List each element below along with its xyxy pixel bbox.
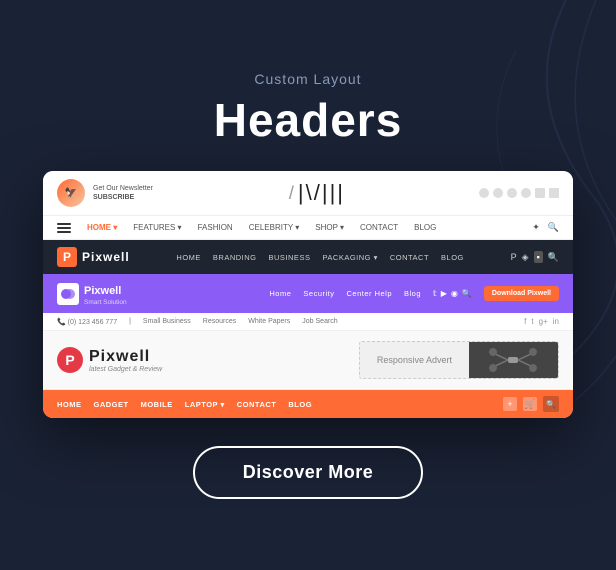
social-icon <box>479 188 489 198</box>
drone-svg <box>488 345 538 375</box>
bird-logo-icon: 🦅 <box>57 179 85 207</box>
rss-icon: ◉ <box>451 289 458 298</box>
header-row-1: 🦅 Get Our Newsletter SUBSCRIBE / |\ / | … <box>43 171 573 216</box>
search-orange-icon: 🔍 <box>543 396 559 412</box>
nav-dark: HOME BRANDING BUSINESS PACKAGING ▾ CONTA… <box>176 253 463 262</box>
search-purple-icon: 🔍 <box>462 289 472 298</box>
nav-purple-help: Center Help <box>346 289 392 298</box>
header-row-2: P Pixwell HOME BRANDING BUSINESS PACKAGI… <box>43 240 573 274</box>
browser-mockup: 🦅 Get Our Newsletter SUBSCRIBE / |\ / | … <box>43 171 573 418</box>
topbar-right-icons: f t g+ in <box>524 317 559 326</box>
p-icon-purple <box>57 283 79 305</box>
page-title: Headers <box>214 93 403 147</box>
nav-item-fashion: FASHION <box>198 223 233 232</box>
social-icon <box>493 188 503 198</box>
nav-item-shop: SHOP ▾ <box>315 223 344 232</box>
subscribe-text: Get Our Newsletter SUBSCRIBE <box>93 184 153 202</box>
nav-purple-blog: Blog <box>404 289 421 298</box>
nav-purple: Home Security Center Help Blog 𝕥 ▶ ◉ 🔍 D… <box>269 286 559 301</box>
nav-dark-icons: P ◈ ▪ 🔍 <box>511 251 559 263</box>
hamburger-icon <box>57 223 71 233</box>
page-subtitle: Custom Layout <box>254 71 361 87</box>
social-icon <box>521 188 531 198</box>
nav-dark-home: HOME <box>176 253 201 262</box>
topbar-job-search: Job Search <box>302 318 337 325</box>
search-dark-icon: 🔍 <box>548 252 559 263</box>
user-icon: ▪ <box>534 251 543 263</box>
p-icon-red: P <box>57 347 83 373</box>
tw-icon: t <box>531 317 533 326</box>
nav-orange-laptop: LAPTOP ▾ <box>185 400 225 409</box>
topbar-resources: Resources <box>203 318 236 325</box>
nav-orange-home: HOME <box>57 400 82 409</box>
header1-logo: 🦅 Get Our Newsletter SUBSCRIBE <box>57 179 153 207</box>
nav-purple-security: Security <box>303 289 334 298</box>
pixwell-purple-text-block: Pixwell Smart Solution <box>84 281 127 306</box>
pixwell-dark-logo: P Pixwell <box>57 247 130 267</box>
social-icon <box>535 188 545 198</box>
pixwell-main-logo-block: P Pixwell latest Gadget & Review <box>57 347 162 373</box>
pinterest-icon: P <box>511 252 517 262</box>
nav-dark-packaging: PACKAGING ▾ <box>322 253 377 262</box>
plus-icon: ✦ <box>532 222 540 233</box>
header-row-3: Pixwell Smart Solution Home Security Cen… <box>43 274 573 313</box>
advert-box: Responsive Advert <box>359 341 559 379</box>
social-icon <box>549 188 559 198</box>
advert-text: Responsive Advert <box>360 342 469 378</box>
cart-orange-icon: 🛒 <box>523 397 537 411</box>
nav-right-icons: ✦ 🔍 <box>532 222 559 233</box>
gp-icon: g+ <box>539 317 548 326</box>
twitter-icon: 𝕥 <box>433 289 437 298</box>
nav-dark-business: BUSINESS <box>269 253 311 262</box>
nav-item-contact: CONTACT <box>360 223 398 232</box>
top-bar-info: 📞 (0) 123 456 777 | Small Business Resou… <box>43 313 573 331</box>
fb-icon: f <box>524 317 526 326</box>
topbar-small-business: Small Business <box>143 318 191 325</box>
nav-orange-icons: + 🛒 🔍 <box>503 396 559 412</box>
pixwell-main-row: P Pixwell latest Gadget & Review Respons… <box>43 331 573 389</box>
w-center-logo: / |\ / | | | <box>287 180 345 206</box>
nav-item-features: FEATURES ▾ <box>133 223 181 232</box>
nav-item-blog: BLOG <box>414 223 436 232</box>
in-icon: in <box>553 317 559 326</box>
pixwell-purple-logo: Pixwell Smart Solution <box>57 281 127 306</box>
discover-more-button[interactable]: Discover More <box>193 446 424 499</box>
nav-orange-blog: BLOG <box>288 400 312 409</box>
nav-orange-gadget: GADGET <box>94 400 129 409</box>
nav-dark-contact: CONTACT <box>390 253 429 262</box>
purple-social-icons: 𝕥 ▶ ◉ 🔍 <box>433 289 472 298</box>
page-wrapper: Custom Layout Headers 🦅 Get Our Newslett… <box>0 51 616 519</box>
header-row-4: 📞 (0) 123 456 777 | Small Business Resou… <box>43 313 573 390</box>
bookmark-icon: ◈ <box>522 252 529 263</box>
nav-orange-mobile: MOBILE <box>141 400 173 409</box>
nav-item-home: HOME ▾ <box>87 223 117 232</box>
header-row-5: HOME GADGET MOBILE LAPTOP ▾ CONTACT BLOG… <box>43 390 573 418</box>
phone-number: 📞 (0) 123 456 777 <box>57 318 117 326</box>
nav-item-celebrity: CELEBRITY ▾ <box>249 223 300 232</box>
nav-purple-home: Home <box>269 289 291 298</box>
pixwell-dark-text: Pixwell <box>82 250 130 264</box>
p-icon-dark: P <box>57 247 77 267</box>
topbar-white-papers: White Papers <box>248 318 290 325</box>
pixwell-p-svg <box>61 287 75 301</box>
plus-orange-icon: + <box>503 397 517 411</box>
pixwell-main-text-block: Pixwell latest Gadget & Review <box>89 348 162 373</box>
advert-drone-image <box>469 342 558 378</box>
download-btn[interactable]: Download Pixwell <box>484 286 559 301</box>
topbar-separator: | <box>129 318 131 325</box>
nav-orange-contact: CONTACT <box>237 400 277 409</box>
youtube-icon: ▶ <box>441 289 447 298</box>
search-nav-icon: 🔍 <box>548 222 559 233</box>
nav-dark-branding: BRANDING <box>213 253 257 262</box>
nav-dark-blog: BLOG <box>441 253 464 262</box>
header1-icons <box>479 188 559 198</box>
nav-row-1: HOME ▾ FEATURES ▾ FASHION CELEBRITY ▾ SH… <box>43 216 573 240</box>
social-icon <box>507 188 517 198</box>
